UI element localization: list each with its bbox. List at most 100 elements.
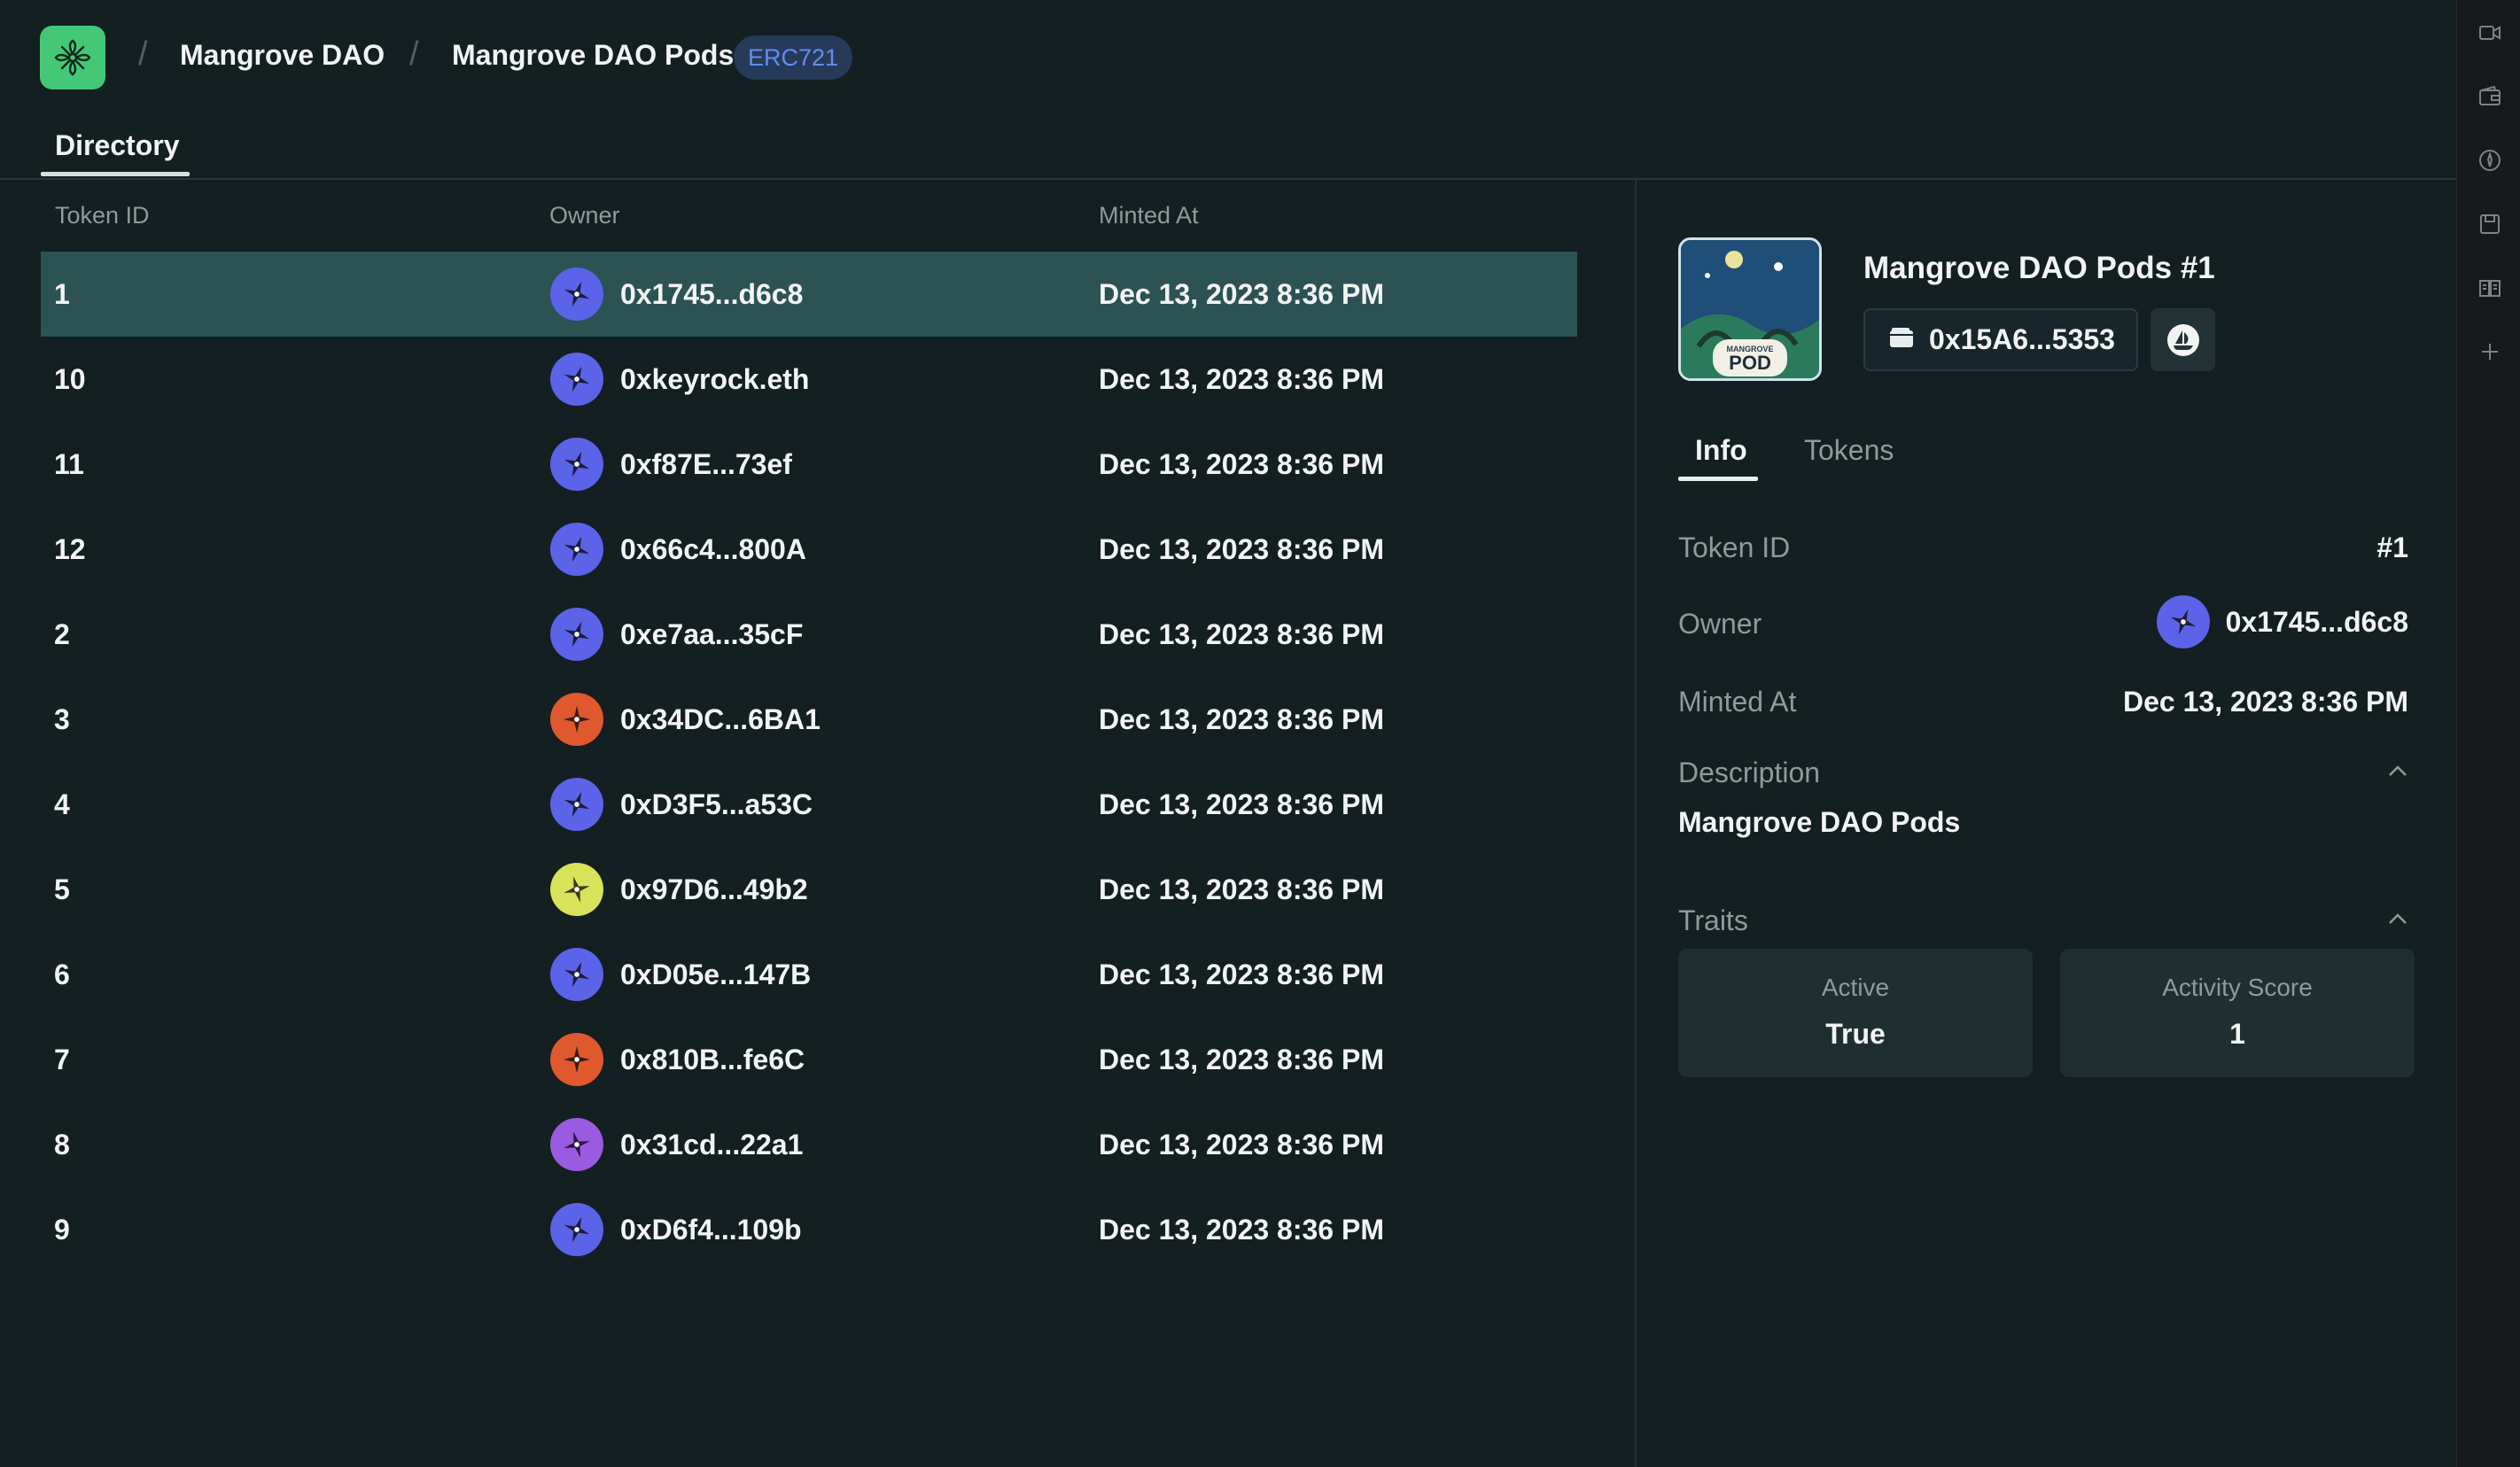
table-row[interactable]: 9 0xD6f4...109b Dec 13, 2023 8:36 PM bbox=[41, 1187, 1577, 1272]
minted-at-cell: Dec 13, 2023 8:36 PM bbox=[1099, 363, 1384, 395]
wallet-icon[interactable] bbox=[2478, 85, 2501, 108]
table-row[interactable]: 7 0x810B...fe6C Dec 13, 2023 8:36 PM bbox=[41, 1017, 1577, 1102]
token-id-value: #1 bbox=[2376, 532, 2408, 563]
minted-at-cell: Dec 13, 2023 8:36 PM bbox=[1099, 873, 1384, 905]
contract-address: 0x15A6...5353 bbox=[1929, 323, 2115, 355]
owner-avatar bbox=[550, 863, 603, 916]
table-row[interactable]: 4 0xD3F5...a53C Dec 13, 2023 8:36 PM bbox=[41, 762, 1577, 847]
breadcrumb-separator: / bbox=[409, 35, 419, 73]
chevron-up-icon[interactable] bbox=[2388, 912, 2407, 925]
minted-at-cell: Dec 13, 2023 8:36 PM bbox=[1099, 959, 1384, 990]
save-icon[interactable] bbox=[2478, 213, 2501, 236]
app-logo[interactable] bbox=[40, 26, 105, 89]
minted-at-cell: Dec 13, 2023 8:36 PM bbox=[1099, 448, 1384, 480]
token-id-cell: 2 bbox=[54, 618, 70, 650]
column-header-token-id[interactable]: Token ID bbox=[55, 202, 150, 229]
trait-value: True bbox=[1825, 1018, 1886, 1050]
owner-address: 0x31cd...22a1 bbox=[620, 1128, 804, 1160]
owner-cell[interactable]: 0x31cd...22a1 bbox=[550, 1118, 803, 1171]
owner-avatar bbox=[550, 438, 603, 491]
owner-cell[interactable]: 0xf87E...73ef bbox=[550, 438, 792, 491]
minted-at-cell: Dec 13, 2023 8:36 PM bbox=[1099, 1214, 1384, 1246]
owner-avatar bbox=[550, 1033, 603, 1086]
minted-at-cell: Dec 13, 2023 8:36 PM bbox=[1099, 703, 1384, 735]
breadcrumb-item-pods[interactable]: Mangrove DAO Pods bbox=[452, 39, 734, 72]
tab-directory[interactable]: Directory bbox=[55, 129, 180, 162]
table-row[interactable]: 10 0xkeyrock.eth Dec 13, 2023 8:36 PM bbox=[41, 337, 1577, 422]
owner-avatar bbox=[550, 268, 603, 321]
right-sidebar bbox=[2456, 0, 2520, 1467]
owner-cell[interactable]: 0x97D6...49b2 bbox=[550, 863, 808, 916]
token-id-cell: 12 bbox=[54, 533, 86, 565]
token-id-cell: 6 bbox=[54, 959, 70, 990]
owner-cell[interactable]: 0xD6f4...109b bbox=[550, 1203, 802, 1256]
owner-cell[interactable]: 0x1745...d6c8 bbox=[550, 268, 803, 321]
table-row[interactable]: 6 0xD05e...147B Dec 13, 2023 8:36 PM bbox=[41, 932, 1577, 1017]
token-id-cell: 10 bbox=[54, 363, 86, 395]
contract-address-button[interactable]: 0x15A6...5353 bbox=[1863, 308, 2138, 371]
thumb-pod-text: POD bbox=[1729, 352, 1771, 374]
token-id-cell: 4 bbox=[54, 788, 70, 820]
video-icon[interactable] bbox=[2478, 21, 2501, 44]
owner-address: 0xD3F5...a53C bbox=[620, 788, 813, 820]
compass-icon[interactable] bbox=[2478, 149, 2501, 172]
description-label[interactable]: Description bbox=[1678, 757, 1820, 789]
owner-cell[interactable]: 0x34DC...6BA1 bbox=[550, 693, 821, 746]
table-row[interactable]: 12 0x66c4...800A Dec 13, 2023 8:36 PM bbox=[41, 507, 1577, 592]
minted-at-cell: Dec 13, 2023 8:36 PM bbox=[1099, 618, 1384, 650]
token-id-cell: 1 bbox=[54, 278, 70, 310]
minted-at-cell: Dec 13, 2023 8:36 PM bbox=[1099, 278, 1384, 310]
owner-cell[interactable]: 0x66c4...800A bbox=[550, 523, 806, 576]
logo-icon bbox=[54, 39, 91, 76]
owner-address: 0xf87E...73ef bbox=[620, 447, 792, 480]
wallet-icon bbox=[1888, 326, 1915, 353]
column-header-owner[interactable]: Owner bbox=[549, 202, 620, 229]
breadcrumb-item-mangrove-dao[interactable]: Mangrove DAO bbox=[180, 39, 385, 72]
table-row[interactable]: 1 0x1745...d6c8 Dec 13, 2023 8:36 PM bbox=[41, 252, 1577, 337]
token-id-cell: 3 bbox=[54, 703, 70, 735]
owner-avatar bbox=[550, 608, 603, 661]
tab-info[interactable]: Info bbox=[1695, 434, 1747, 467]
breadcrumb-separator: / bbox=[138, 35, 148, 73]
table-row[interactable]: 8 0x31cd...22a1 Dec 13, 2023 8:36 PM bbox=[41, 1102, 1577, 1187]
owner-cell[interactable]: 0xe7aa...35cF bbox=[550, 608, 803, 661]
plus-icon[interactable] bbox=[2478, 340, 2501, 363]
owner-address: 0x810B...fe6C bbox=[620, 1043, 805, 1075]
owner-address: 0x97D6...49b2 bbox=[620, 873, 808, 905]
owner-avatar bbox=[550, 1118, 603, 1171]
owner-cell[interactable]: 0xD3F5...a53C bbox=[550, 778, 813, 831]
token-title: Mangrove DAO Pods #1 bbox=[1863, 251, 2215, 285]
tab-active-indicator bbox=[1678, 477, 1758, 481]
owner-avatar bbox=[550, 948, 603, 1001]
trait-card-activity-score: Activity Score 1 bbox=[2060, 949, 2415, 1077]
column-header-minted-at[interactable]: Minted At bbox=[1099, 202, 1199, 229]
minted-at-cell: Dec 13, 2023 8:36 PM bbox=[1099, 1129, 1384, 1160]
owner-cell[interactable]: 0x810B...fe6C bbox=[550, 1033, 805, 1086]
opensea-button[interactable] bbox=[2151, 308, 2215, 371]
minted-at-cell: Dec 13, 2023 8:36 PM bbox=[1099, 1044, 1384, 1075]
owner-value[interactable]: 0x1745...d6c8 bbox=[2156, 595, 2408, 648]
table-row[interactable]: 2 0xe7aa...35cF Dec 13, 2023 8:36 PM bbox=[41, 592, 1577, 677]
minted-at-label: Minted At bbox=[1678, 686, 1797, 718]
chevron-up-icon[interactable] bbox=[2388, 765, 2407, 777]
owner-cell[interactable]: 0xkeyrock.eth bbox=[550, 353, 809, 406]
owner-address: 0xD6f4...109b bbox=[620, 1213, 802, 1246]
book-icon[interactable] bbox=[2478, 276, 2501, 299]
minted-at-value: Dec 13, 2023 8:36 PM bbox=[2123, 686, 2408, 718]
table-row[interactable]: 11 0xf87E...73ef Dec 13, 2023 8:36 PM bbox=[41, 422, 1577, 507]
token-id-label: Token ID bbox=[1678, 532, 1791, 563]
traits-label[interactable]: Traits bbox=[1678, 904, 1748, 937]
token-thumbnail: MANGROVE POD bbox=[1678, 237, 1822, 381]
owner-avatar bbox=[550, 1203, 603, 1256]
owner-address: 0xe7aa...35cF bbox=[620, 617, 804, 650]
table-row[interactable]: 3 0x34DC...6BA1 Dec 13, 2023 8:36 PM bbox=[41, 677, 1577, 762]
app-window: / Mangrove DAO / Mangrove DAO Pods ERC72… bbox=[0, 0, 2456, 1467]
tab-tokens[interactable]: Tokens bbox=[1804, 434, 1894, 467]
owner-avatar bbox=[550, 523, 603, 576]
table-row[interactable]: 5 0x97D6...49b2 Dec 13, 2023 8:36 PM bbox=[41, 847, 1577, 932]
description-text: Mangrove DAO Pods bbox=[1678, 806, 1961, 838]
token-id-cell: 11 bbox=[54, 448, 84, 480]
token-id-cell: 8 bbox=[54, 1129, 70, 1160]
owner-cell[interactable]: 0xD05e...147B bbox=[550, 948, 811, 1001]
owner-address: 0x1745...d6c8 bbox=[2225, 605, 2408, 638]
